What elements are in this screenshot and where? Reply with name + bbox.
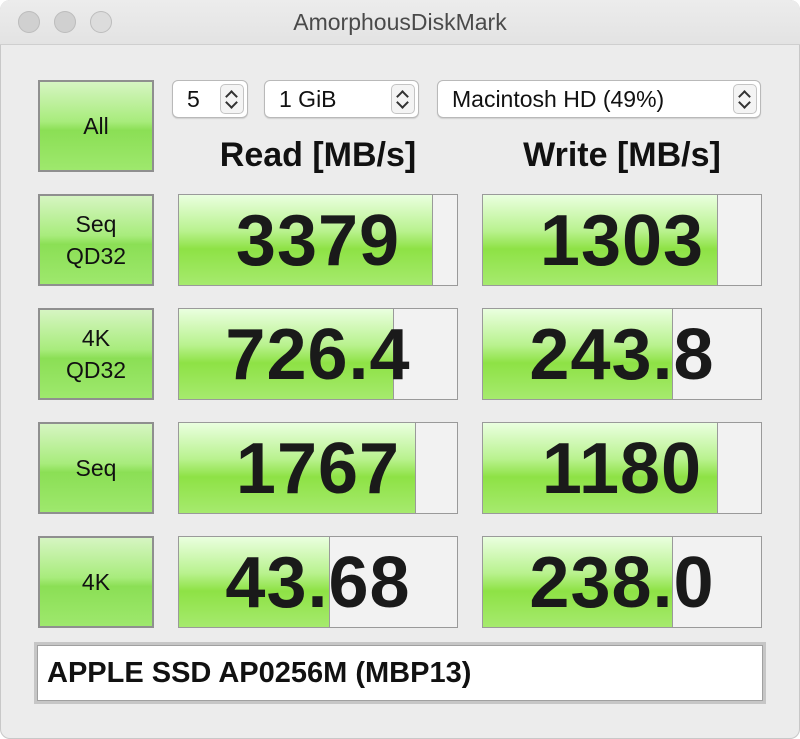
4k-write-result: 238.0 (482, 536, 762, 628)
window-title: AmorphousDiskMark (293, 9, 507, 35)
4k-qd32-write-value: 243.8 (529, 315, 715, 395)
4k-qd32-write-result: 243.8 (482, 308, 762, 400)
run-seq-label: Seq (75, 455, 117, 481)
test-size-stepper-icon (391, 84, 415, 114)
run-seq-button[interactable]: Seq (38, 422, 154, 514)
seq-read-result: 1767 (178, 422, 458, 514)
run-seq-qd32-label-line1: Seq (75, 211, 117, 237)
seq-write-result: 1180 (482, 422, 762, 514)
seq-qd32-write-value: 1303 (539, 201, 705, 281)
run-seq-qd32-button[interactable]: Seq QD32 (38, 194, 154, 286)
run-all-label: All (83, 113, 109, 139)
app-window: AmorphousDiskMark All 5 1 GiB Macintosh … (0, 0, 800, 739)
test-count-stepper-icon (220, 84, 244, 114)
test-count-select[interactable]: 5 (172, 80, 248, 118)
run-4k-button[interactable]: 4K (38, 536, 154, 628)
read-column-header: Read [MB/s] (219, 136, 417, 174)
target-drive-stepper-icon (733, 84, 757, 114)
test-size-value: 1 GiB (279, 86, 337, 112)
test-count-value: 5 (187, 86, 200, 112)
seq-qd32-read-value: 3379 (235, 201, 401, 281)
device-name-field[interactable]: APPLE SSD AP0256M (MBP13) (34, 642, 766, 704)
run-all-button[interactable]: All (38, 80, 154, 172)
run-4k-qd32-button[interactable]: 4K QD32 (38, 308, 154, 400)
4k-read-value: 43.68 (225, 543, 411, 623)
run-seq-qd32-label-line2: QD32 (65, 243, 127, 269)
target-drive-select[interactable]: Macintosh HD (49%) (437, 80, 761, 118)
4k-qd32-read-value: 726.4 (225, 315, 411, 395)
4k-qd32-read-result: 726.4 (178, 308, 458, 400)
write-column-header: Write [MB/s] (523, 136, 721, 174)
run-4k-qd32-label-line1: 4K (81, 325, 111, 351)
4k-read-result: 43.68 (178, 536, 458, 628)
4k-write-value: 238.0 (529, 543, 715, 623)
title-bar[interactable]: AmorphousDiskMark (0, 0, 800, 45)
target-drive-value: Macintosh HD (49%) (452, 86, 665, 112)
test-size-select[interactable]: 1 GiB (264, 80, 419, 118)
run-4k-qd32-label-line2: QD32 (65, 357, 127, 383)
seq-read-value: 1767 (235, 429, 401, 509)
seq-write-value: 1180 (541, 429, 703, 509)
seq-qd32-read-result: 3379 (178, 194, 458, 286)
run-4k-label: 4K (81, 569, 111, 595)
seq-qd32-write-result: 1303 (482, 194, 762, 286)
